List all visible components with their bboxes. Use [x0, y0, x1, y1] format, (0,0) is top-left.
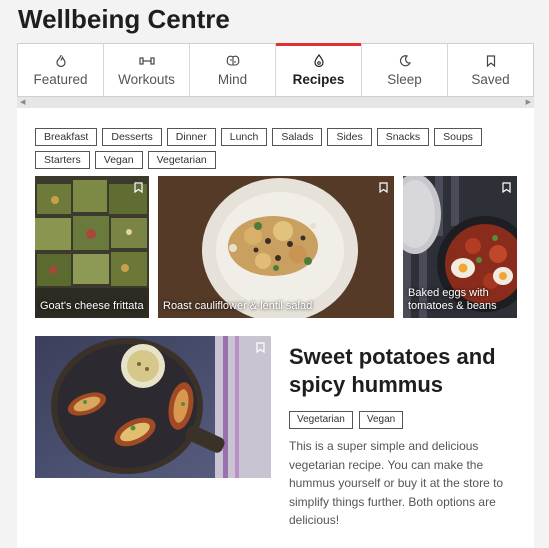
filter-sides[interactable]: Sides — [327, 128, 372, 146]
flame-icon — [55, 54, 67, 68]
filter-starters[interactable]: Starters — [35, 151, 90, 169]
tab-label: Featured — [33, 71, 88, 87]
tag-vegan[interactable]: Vegan — [358, 411, 404, 429]
tab-label: Saved — [471, 71, 510, 87]
bookmark-icon[interactable] — [379, 180, 388, 198]
tab-saved[interactable]: Saved — [448, 44, 533, 96]
app-title: Wellbeing Centre — [18, 4, 230, 34]
tab-featured[interactable]: Featured — [18, 44, 104, 96]
featured-tags: Vegetarian Vegan — [289, 411, 404, 429]
tab-sleep[interactable]: Sleep — [362, 44, 448, 96]
filter-dinner[interactable]: Dinner — [166, 128, 216, 146]
horizontal-scrollbar[interactable]: ◀ ▶ — [17, 97, 534, 108]
scroll-left-icon[interactable]: ◀ — [20, 98, 25, 106]
filter-lunch[interactable]: Lunch — [220, 128, 268, 146]
droplet-icon — [313, 54, 324, 68]
recipe-caption: Baked eggs with tomatoes & beans — [408, 287, 497, 313]
bookmark-icon[interactable] — [502, 180, 511, 198]
filter-desserts[interactable]: Desserts — [102, 128, 162, 146]
tab-bar: Featured Workouts Mind Recipes Sleep Sav… — [17, 43, 534, 97]
cauliflower-salad-image — [158, 176, 394, 318]
filter-vegetarian[interactable]: Vegetarian — [147, 151, 216, 169]
caption-line: Baked eggs with — [408, 287, 489, 299]
dumbbell-icon — [138, 54, 155, 68]
tab-workouts[interactable]: Workouts — [104, 44, 190, 96]
featured-description: This is a super simple and delicious veg… — [289, 439, 504, 527]
filter-salads[interactable]: Salads — [272, 128, 323, 146]
frittata-image — [35, 176, 149, 318]
recipe-caption: Roast cauliflower & lentil salad — [163, 300, 313, 312]
filter-chips: Breakfast Desserts Dinner Lunch Salads S… — [35, 128, 525, 169]
tab-recipes[interactable]: Recipes — [276, 43, 362, 96]
tab-label: Sleep — [387, 71, 422, 87]
recipe-card[interactable]: Baked eggs with tomatoes & beans — [403, 176, 517, 318]
moon-icon — [399, 54, 411, 68]
bookmark-icon[interactable] — [256, 340, 265, 358]
featured-recipe-image[interactable] — [35, 336, 271, 478]
filter-snacks[interactable]: Snacks — [376, 128, 430, 146]
filter-breakfast[interactable]: Breakfast — [35, 128, 98, 146]
recipes-panel: Breakfast Desserts Dinner Lunch Salads S… — [17, 108, 534, 548]
filter-soups[interactable]: Soups — [434, 128, 482, 146]
featured-title: Sweet potatoes and spicy hummus — [289, 344, 496, 397]
tab-label: Workouts — [118, 71, 175, 87]
recipe-card[interactable]: Roast cauliflower & lentil salad — [158, 176, 394, 318]
recipe-card[interactable]: Goat's cheese frittata — [35, 176, 149, 318]
scroll-right-icon[interactable]: ▶ — [526, 98, 531, 106]
bookmark-icon — [486, 54, 496, 68]
brain-icon — [226, 54, 240, 68]
sweet-potato-image — [35, 336, 271, 478]
tab-label: Mind — [217, 71, 248, 87]
filter-vegan[interactable]: Vegan — [94, 151, 143, 169]
bookmark-icon[interactable] — [134, 180, 143, 198]
recipe-caption: Goat's cheese frittata — [40, 300, 144, 312]
caption-line: tomatoes & beans — [408, 300, 497, 312]
tag-vegetarian[interactable]: Vegetarian — [289, 411, 353, 429]
tab-label: Recipes — [292, 71, 345, 87]
tab-mind[interactable]: Mind — [190, 44, 276, 96]
